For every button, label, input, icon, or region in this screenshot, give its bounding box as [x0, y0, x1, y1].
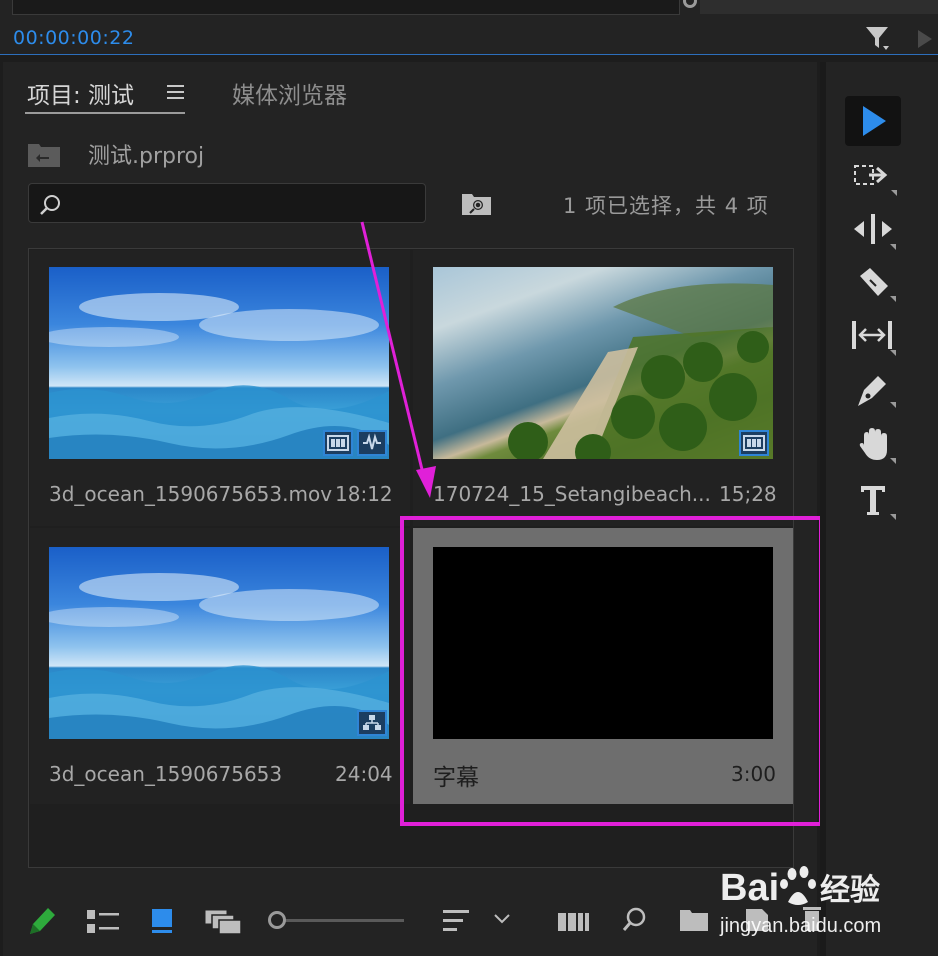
timeline-track-strip: [700, 0, 938, 14]
panel-focus-border: [0, 54, 938, 55]
svg-text:经验: 经验: [820, 873, 880, 908]
item-name: 3d_ocean_1590675653.mov: [49, 482, 333, 506]
list-item[interactable]: 3d_ocean_1590675653.mov 18:12: [30, 250, 410, 526]
search-icon: [40, 195, 60, 215]
thumbnail-beach[interactable]: [433, 267, 773, 459]
selection-status: 1 项已选择，共 4 项: [563, 194, 769, 218]
playhead-timecode[interactable]: 00:00:00:22: [13, 27, 134, 49]
filter-icon[interactable]: [864, 24, 892, 52]
baidu-jingyan-watermark: Bai 经验 jingyan.baidu.com: [719, 866, 881, 937]
video-icon: [739, 430, 769, 456]
zoom-scroll-bar[interactable]: [12, 0, 680, 15]
automate-to-sequence-icon[interactable]: [557, 909, 591, 935]
find-in-bin-icon[interactable]: [461, 191, 493, 217]
project-folder-icon[interactable]: [27, 140, 61, 168]
list-item[interactable]: 3d_ocean_1590675653 24:04: [30, 528, 410, 804]
chevron-down-icon[interactable]: [493, 912, 511, 926]
sequence-icon: [357, 710, 387, 736]
item-duration: 15;28: [719, 482, 777, 506]
audio-icon: [357, 430, 387, 456]
write-protect-pencil-icon[interactable]: [28, 904, 58, 936]
svg-text:jingyan.baidu.com: jingyan.baidu.com: [719, 915, 881, 937]
panel-menu-icon[interactable]: [166, 83, 186, 101]
icon-view-icon[interactable]: [150, 907, 176, 935]
hand-tool-icon[interactable]: [856, 426, 898, 468]
item-duration: 18:12: [335, 482, 393, 506]
ripple-edit-tool-icon[interactable]: [852, 212, 898, 252]
play-icon[interactable]: [916, 28, 938, 50]
search-input[interactable]: [28, 183, 426, 223]
tab-project[interactable]: 项目: 测试: [27, 76, 134, 110]
svg-text:Bai: Bai: [720, 867, 779, 909]
item-name: 170724_15_Setangibeach...: [433, 482, 711, 506]
new-bin-icon[interactable]: [679, 907, 709, 933]
project-file-name: 测试.prproj: [88, 144, 205, 169]
list-item[interactable]: 170724_15_Setangibeach... 15;28: [413, 250, 793, 526]
slip-tool-icon[interactable]: [850, 318, 898, 358]
list-view-icon[interactable]: [86, 909, 122, 935]
thumbnail-ocean[interactable]: [49, 547, 389, 739]
freeform-view-icon[interactable]: [204, 908, 244, 936]
video-icon: [323, 430, 353, 456]
type-tool-icon[interactable]: [858, 482, 898, 522]
sort-icons-icon[interactable]: [442, 908, 472, 934]
item-name: 3d_ocean_1590675653: [49, 762, 283, 786]
pen-tool-icon[interactable]: [856, 372, 898, 412]
tab-media-browser[interactable]: 媒体浏览器: [232, 76, 347, 110]
active-tab-underline: [25, 112, 185, 114]
find-icon[interactable]: [621, 906, 647, 934]
track-select-tool-icon[interactable]: [853, 162, 899, 198]
selection-tool-icon[interactable]: [858, 104, 890, 138]
annotation-highlight-box: [400, 516, 823, 826]
thumbnail-size-slider[interactable]: [284, 919, 404, 922]
thumbnail-size-handle[interactable]: [268, 911, 286, 929]
item-duration: 24:04: [335, 762, 393, 786]
razor-tool-icon[interactable]: [856, 266, 898, 306]
